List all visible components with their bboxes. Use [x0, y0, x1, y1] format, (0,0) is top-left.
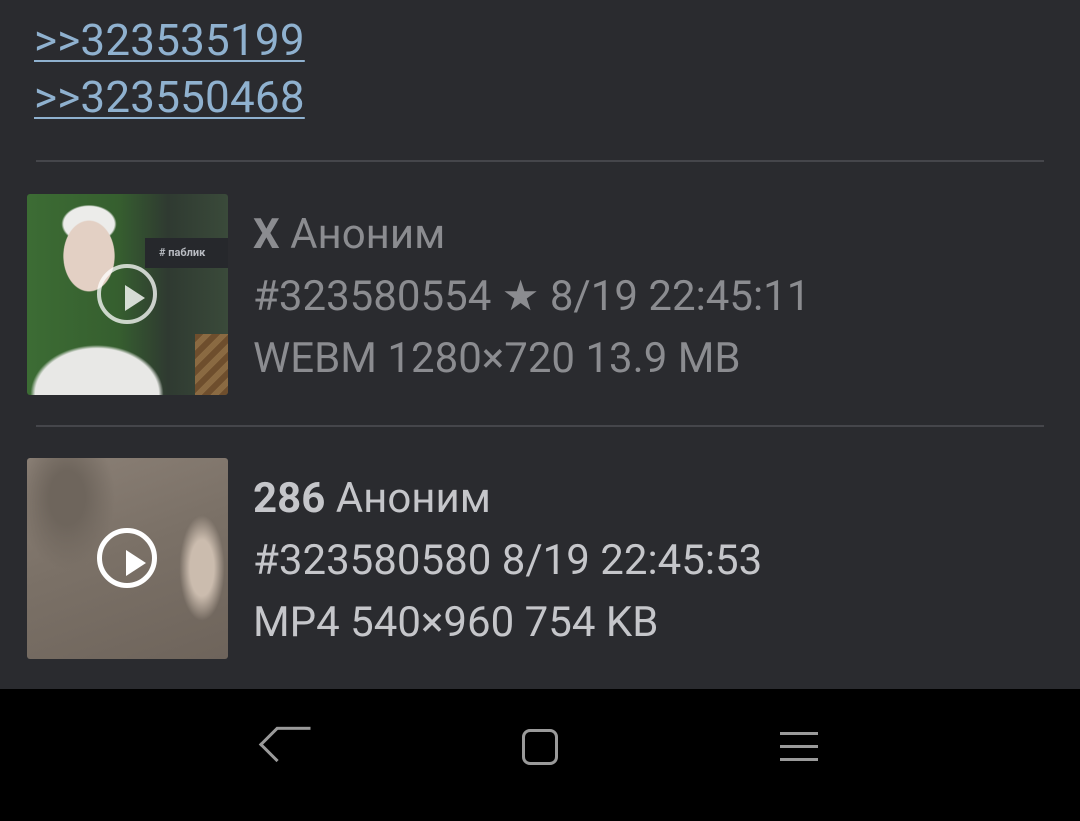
post-divider — [36, 160, 1044, 162]
video-thumbnail[interactable] — [27, 458, 228, 659]
back-icon — [258, 726, 295, 763]
system-navigation-bar — [0, 689, 1080, 821]
thread-content: >>323535199 >>323550468 # паблик X Анони… — [0, 0, 1080, 689]
post-meta: #323580580 8/19 22:45:53 — [253, 540, 762, 582]
video-thumbnail[interactable]: # паблик — [27, 194, 228, 395]
post-header: 286 Аноним — [253, 478, 491, 520]
star-icon: ★ — [501, 272, 540, 321]
post-datetime: 8/19 22:45:11 — [549, 272, 811, 321]
file-info: MP4 540×960 754 KB — [253, 598, 659, 647]
home-button[interactable] — [500, 719, 580, 779]
post-item[interactable]: # паблик X Аноним #323580554 ★ 8/19 22:4… — [27, 194, 1047, 396]
play-icon[interactable] — [97, 264, 157, 324]
file-info: WEBM 1280×720 13.9 MB — [253, 334, 741, 383]
post-item[interactable]: 286 Аноним #323580580 8/19 22:45:53 MP4 … — [27, 458, 1047, 660]
back-button[interactable] — [241, 719, 321, 779]
home-icon — [522, 729, 558, 765]
post-meta: #323580554 ★ 8/19 22:45:11 — [253, 276, 810, 318]
post-author: Аноним — [335, 474, 491, 523]
post-number: 286 — [253, 474, 326, 523]
post-header: X Аноним — [253, 214, 445, 256]
reply-link-1[interactable]: >>323535199 — [34, 18, 305, 62]
screen: >>323535199 >>323550468 # паблик X Анони… — [0, 0, 1080, 821]
post-number: X — [253, 210, 280, 259]
post-divider — [36, 425, 1044, 427]
thumbnail-chair — [195, 334, 228, 395]
post-datetime: 8/19 22:45:53 — [501, 536, 763, 585]
play-icon[interactable] — [97, 528, 157, 588]
recent-apps-button[interactable] — [758, 719, 838, 779]
reply-link-2[interactable]: >>323550468 — [34, 75, 305, 119]
post-author: Аноним — [290, 210, 446, 259]
post-id[interactable]: #323580554 — [253, 272, 491, 321]
thumbnail-sign: # паблик — [145, 238, 228, 268]
post-id[interactable]: #323580580 — [253, 536, 491, 585]
